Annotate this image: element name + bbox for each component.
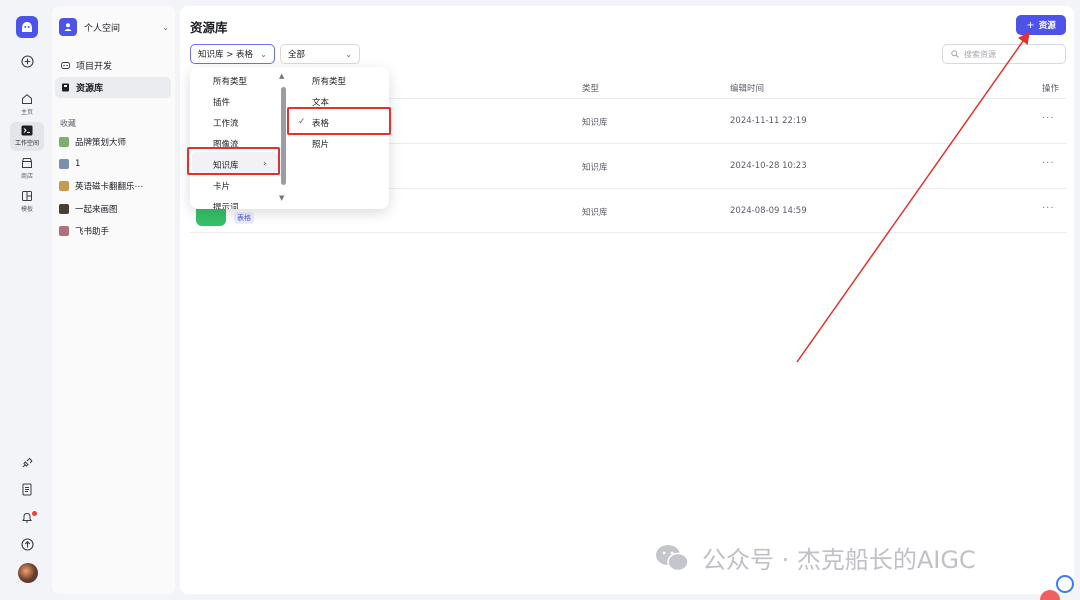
annotation-arrow: [796, 31, 1030, 363]
watermark: 公众号 · 杰克船长的AIGC: [654, 540, 976, 575]
watermark-text: 公众号 · 杰克船长的AIGC: [702, 546, 976, 574]
wechat-icon: [656, 544, 689, 571]
assistant-icon[interactable]: [1056, 575, 1074, 593]
